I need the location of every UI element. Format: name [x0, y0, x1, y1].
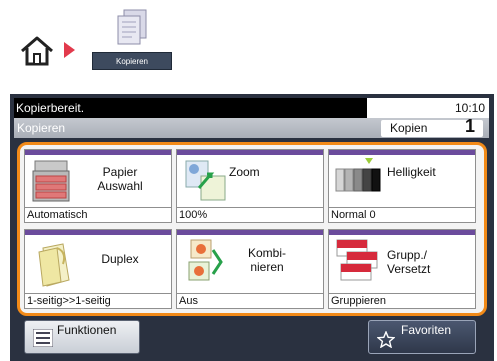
function-grid: Papier Auswahl Automatisch Zoom 100% Hel…: [17, 142, 487, 316]
function-combine[interactable]: Kombi-nieren Aus: [176, 229, 324, 309]
function-duplex[interactable]: Duplex 1-seitig>>1-seitig: [24, 229, 172, 309]
function-label: Zoom: [229, 165, 260, 179]
status-bar: Kopierbereit. 10:10: [14, 98, 489, 118]
brightness-icon: [335, 158, 381, 192]
home-icon[interactable]: [20, 36, 54, 66]
stripe: [177, 150, 323, 155]
page-title: Kopieren: [17, 121, 66, 135]
function-value: 1-seitig>>1-seitig: [25, 293, 171, 308]
navigation-path: Kopieren: [0, 0, 497, 100]
copies-counter[interactable]: Kopien 1: [381, 116, 483, 137]
copy-document-icon: [117, 9, 147, 45]
copy-app-tile[interactable]: Kopieren: [92, 8, 172, 70]
function-value: Automatisch: [25, 207, 171, 222]
function-brightness[interactable]: Helligkeit Normal 0: [328, 149, 476, 223]
function-label: Kombi-nieren: [247, 246, 286, 274]
device-panel: Kopierbereit. 10:10 Kopieren Kopien 1 Pa…: [10, 94, 494, 361]
stripe: [177, 230, 323, 235]
duplex-icon: [38, 243, 70, 287]
function-collate-offset[interactable]: Grupp./Versetzt Gruppieren: [328, 229, 476, 309]
copies-label: Kopien: [390, 121, 428, 135]
stripe: [329, 150, 475, 155]
title-bar: Kopieren Kopien 1: [14, 116, 489, 138]
zoom-icon: [185, 160, 226, 201]
function-paper-selection[interactable]: Papier Auswahl Automatisch: [24, 149, 172, 223]
functions-button[interactable]: Funktionen: [24, 320, 140, 354]
clock: 10:10: [367, 98, 489, 118]
list-icon: [33, 329, 53, 347]
printer-paper-icon: [32, 160, 70, 202]
function-zoom[interactable]: Zoom 100%: [176, 149, 324, 223]
stripe: [25, 150, 171, 155]
arrow-right-icon: [64, 42, 75, 58]
function-label: Papier Auswahl: [97, 165, 143, 193]
favorites-button[interactable]: Favoriten: [368, 320, 476, 354]
function-value: Normal 0: [329, 207, 475, 222]
function-label: Helligkeit: [387, 165, 436, 179]
function-value: Aus: [177, 293, 323, 308]
functions-label: Funktionen: [57, 323, 117, 337]
function-value: 100%: [177, 207, 323, 222]
collate-icon: [336, 239, 378, 281]
copies-count: 1: [464, 116, 475, 136]
function-label: Grupp./Versetzt: [387, 248, 431, 276]
stripe: [329, 230, 475, 235]
function-value: Gruppieren: [329, 293, 475, 308]
favorites-label: Favoriten: [401, 323, 452, 337]
status-message: Kopierbereit.: [16, 101, 85, 115]
function-label: Duplex: [101, 252, 139, 266]
star-icon: [377, 331, 395, 348]
stripe: [25, 230, 171, 235]
combine-icon: [188, 239, 223, 281]
copy-app-label: Kopieren: [92, 52, 172, 70]
